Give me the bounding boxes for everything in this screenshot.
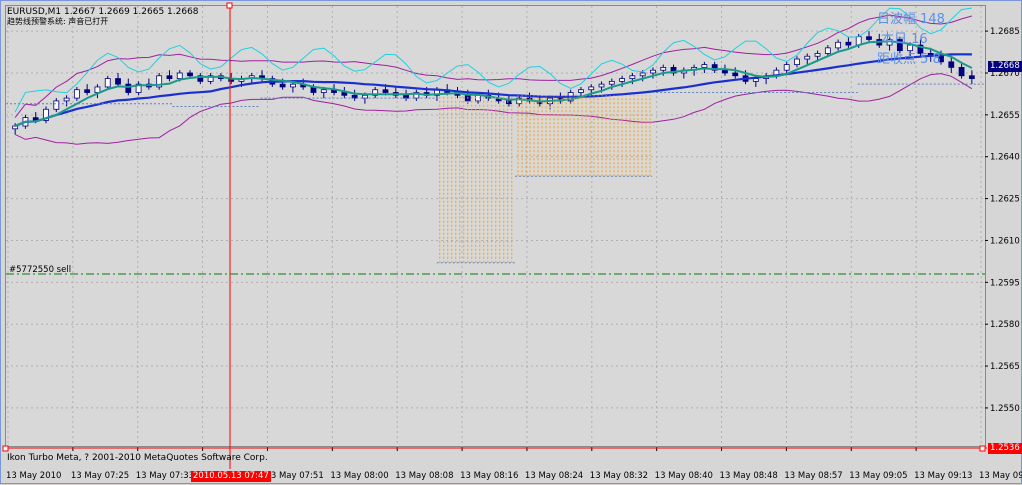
- candle-body: [84, 89, 91, 93]
- candle-body: [835, 41, 842, 49]
- candle-body: [824, 47, 831, 54]
- candle-body: [814, 53, 821, 57]
- x-tick-label: 13 May 08:40: [655, 471, 713, 481]
- current-price-tag: 1.2668: [988, 61, 1022, 72]
- candle-body: [53, 100, 60, 110]
- x-tick-label: 13 May 08:08: [395, 471, 453, 481]
- candle-body: [104, 78, 111, 88]
- y-tick-label: 1.2685: [990, 27, 1020, 37]
- candle-body: [94, 86, 101, 93]
- crosshair-handle-top: [226, 2, 233, 9]
- chart-window: 1.2685 1.2670 1.2655 1.2640 1.2625 1.2610 1.25…: [0, 0, 1022, 484]
- candle-body: [176, 72, 183, 79]
- candle-body: [866, 36, 872, 40]
- y-tick-label: 1.2550: [990, 404, 1020, 414]
- chart-canvas[interactable]: 1.26851.26701.26551.26401.26251.26101.25…: [1, 1, 1022, 485]
- candle-body: [125, 83, 132, 93]
- candle-body: [341, 92, 348, 96]
- candle-body: [289, 83, 296, 88]
- x-tick-label: 13 May 2010: [6, 471, 61, 481]
- crosshair-handle-right: [979, 445, 986, 452]
- candle-body: [382, 89, 389, 93]
- candle-body: [722, 69, 728, 74]
- candle-body: [752, 78, 759, 82]
- candle-body: [660, 67, 667, 71]
- indicator-status: 趋势线预警系统: 声音已打开: [7, 17, 109, 26]
- x-tick-label: 13 May 08:24: [525, 471, 583, 481]
- y-tick-label: 1.2610: [990, 236, 1020, 246]
- candle-body: [279, 83, 286, 88]
- candle-body: [73, 89, 80, 99]
- x-tick-label: 13 May 08:57: [784, 471, 842, 481]
- y-tick-label: 1.2595: [990, 278, 1020, 288]
- candle-body: [619, 78, 625, 82]
- x-tick-label: 13 May 07:33: [136, 471, 194, 481]
- candle-body: [63, 97, 70, 102]
- crosshair-time-tag: 2010.05.13 07:47: [191, 471, 271, 482]
- bollinger-upper: [14, 14, 973, 118]
- overlay-range-text: 日波幅 148: [877, 12, 945, 27]
- candle-body: [958, 67, 965, 77]
- x-tick-label: 13 May 09:21: [979, 471, 1022, 481]
- symbol-info: EURUSD,M1 1.2667 1.2669 1.2665 1.2668: [7, 7, 199, 17]
- candle-body: [639, 72, 646, 77]
- candle-body: [506, 100, 512, 105]
- overlay-today-text: 本日 16: [881, 32, 928, 47]
- candle-body: [732, 72, 739, 77]
- y-tick-label: 1.2565: [990, 362, 1020, 372]
- cursor-price-tag: 1.2536: [988, 443, 1022, 454]
- candle-body: [629, 75, 636, 79]
- candle-body: [608, 80, 615, 85]
- ma-slow-line: [14, 53, 972, 128]
- candle-body: [701, 64, 708, 68]
- y-tick-label: 1.2640: [990, 153, 1020, 163]
- x-tick-label: 13 May 07:51: [265, 471, 323, 481]
- crosshair-handle-left: [2, 445, 9, 452]
- candle-body: [588, 86, 595, 91]
- candle-body: [794, 58, 800, 66]
- candle-body: [783, 64, 790, 71]
- candle-body: [804, 55, 811, 60]
- x-tick-label: 13 May 08:32: [590, 471, 648, 481]
- x-tick-label: 13 May 08:48: [720, 471, 778, 481]
- overlay-distance-text: 距收点 5 8: [877, 52, 941, 67]
- candle-body: [968, 75, 975, 79]
- x-tick-label: 13 May 07:25: [71, 471, 129, 481]
- candle-body: [845, 41, 852, 46]
- candle-body: [948, 61, 955, 68]
- order-label[interactable]: #5772550 sell: [9, 265, 71, 275]
- candle-body: [187, 72, 193, 77]
- copyright-footer: Ikon Turbo Meta, ? 2001-2010 MetaQuotes …: [7, 453, 268, 463]
- x-tick-label: 13 May 09:13: [914, 471, 972, 481]
- x-tick-label: 13 May 09:05: [849, 471, 907, 481]
- candle-body: [598, 83, 605, 88]
- candle-body: [578, 89, 584, 93]
- x-tick-label: 13 May 08:00: [330, 471, 388, 481]
- candle-body: [166, 75, 173, 79]
- y-tick-label: 1.2655: [990, 111, 1020, 121]
- candle-body: [650, 69, 656, 74]
- candle-body: [320, 89, 327, 93]
- x-tick-label: 13 May 08:16: [460, 471, 518, 481]
- candle-body: [115, 78, 121, 85]
- y-tick-label: 1.2580: [990, 320, 1020, 330]
- y-tick-label: 1.2625: [990, 195, 1020, 205]
